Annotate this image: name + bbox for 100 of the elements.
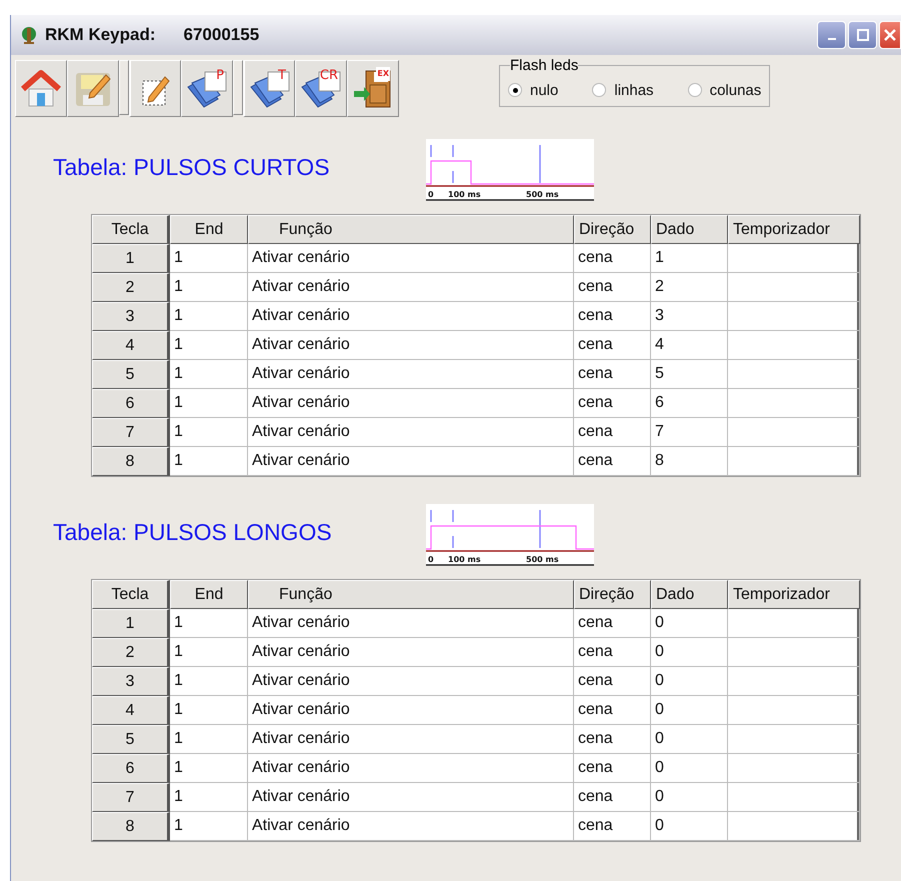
column-header[interactable]: Tecla bbox=[92, 580, 170, 609]
tick-label: 0 bbox=[428, 555, 434, 564]
table-cell: Ativar cenário bbox=[248, 754, 574, 783]
radio-button[interactable] bbox=[508, 83, 522, 97]
folder-button[interactable]: CR bbox=[295, 60, 347, 117]
table-cell: 2 bbox=[651, 273, 728, 302]
table-cell: Ativar cenário bbox=[248, 783, 574, 812]
row-header[interactable]: 2 bbox=[92, 638, 170, 667]
table-cell: 8 bbox=[651, 447, 728, 476]
table-cell: cena bbox=[574, 725, 651, 754]
tick-label: 100 ms bbox=[448, 190, 481, 199]
table-cell: Ativar cenário bbox=[248, 273, 574, 302]
table-cell: cena bbox=[574, 331, 651, 360]
table-cell: Ativar cenário bbox=[248, 360, 574, 389]
column-header[interactable]: End bbox=[170, 580, 248, 609]
table-cell: Ativar cenário bbox=[248, 609, 574, 638]
row-header[interactable]: 8 bbox=[92, 447, 170, 476]
column-header[interactable]: Função bbox=[248, 580, 574, 609]
column-header[interactable]: End bbox=[170, 215, 248, 244]
row-header[interactable]: 5 bbox=[92, 725, 170, 754]
radio-option[interactable]: nulo bbox=[508, 82, 558, 98]
row-header[interactable]: 3 bbox=[92, 667, 170, 696]
table-cell: cena bbox=[574, 273, 651, 302]
table-cell: 1 bbox=[170, 302, 248, 331]
table-cell: Ativar cenário bbox=[248, 331, 574, 360]
group-label: Flash leds bbox=[510, 57, 578, 74]
table-cell: 7 bbox=[651, 418, 728, 447]
column-header[interactable]: Dado bbox=[651, 215, 728, 244]
table-cell: 1 bbox=[170, 360, 248, 389]
radio-option[interactable]: colunas bbox=[688, 82, 762, 98]
column-header[interactable]: Direção bbox=[574, 580, 651, 609]
folder-button[interactable]: T bbox=[243, 60, 295, 117]
column-header[interactable]: Direção bbox=[574, 215, 651, 244]
toolbar-separator bbox=[119, 60, 129, 115]
tick-label: 100 ms bbox=[448, 555, 481, 564]
edit-button[interactable] bbox=[129, 60, 181, 117]
radio-option[interactable]: linhas bbox=[592, 82, 654, 98]
radio-button[interactable] bbox=[592, 83, 606, 97]
table-cell: 1 bbox=[170, 273, 248, 302]
radio-button[interactable] bbox=[688, 83, 702, 97]
folder-note-icon bbox=[300, 68, 342, 108]
table-cell: 0 bbox=[651, 783, 728, 812]
row-header[interactable]: 5 bbox=[92, 360, 170, 389]
app-icon bbox=[19, 25, 39, 45]
table-cell: cena bbox=[574, 783, 651, 812]
column-header[interactable]: Temporizador bbox=[728, 215, 860, 244]
table-title: Tabela: PULSOS CURTOS bbox=[53, 154, 331, 181]
table-cell: cena bbox=[574, 609, 651, 638]
table-cell: 6 bbox=[651, 389, 728, 418]
table-cell: 3 bbox=[651, 302, 728, 331]
tick-label: 500 ms bbox=[526, 190, 559, 199]
table-cell: Ativar cenário bbox=[248, 696, 574, 725]
icon-label: EX bbox=[376, 67, 390, 81]
row-header[interactable]: 6 bbox=[92, 754, 170, 783]
row-header[interactable]: 4 bbox=[92, 331, 170, 360]
close-button[interactable] bbox=[879, 21, 901, 49]
minimize-icon bbox=[828, 38, 836, 40]
table-cell: Ativar cenário bbox=[248, 725, 574, 754]
table-cell: Ativar cenário bbox=[248, 244, 574, 273]
column-header[interactable]: Tecla bbox=[92, 215, 170, 244]
table-cell: cena bbox=[574, 638, 651, 667]
table-cell: 1 bbox=[170, 754, 248, 783]
exit-button[interactable]: EX bbox=[347, 60, 399, 117]
maximize-button[interactable] bbox=[848, 21, 877, 49]
column-header[interactable]: Função bbox=[248, 215, 574, 244]
row-header[interactable]: 7 bbox=[92, 783, 170, 812]
row-header[interactable]: 1 bbox=[92, 609, 170, 638]
table-cell: 5 bbox=[651, 360, 728, 389]
icon-label: CR bbox=[320, 69, 338, 83]
row-header[interactable]: 2 bbox=[92, 273, 170, 302]
row-header[interactable]: 8 bbox=[92, 812, 170, 841]
row-header[interactable]: 7 bbox=[92, 418, 170, 447]
folder-note-icon bbox=[186, 68, 228, 108]
row-header[interactable]: 4 bbox=[92, 696, 170, 725]
table-cell: 0 bbox=[651, 609, 728, 638]
table-cell: cena bbox=[574, 360, 651, 389]
close-icon bbox=[884, 29, 896, 41]
home-button[interactable] bbox=[15, 60, 67, 117]
folder-button[interactable]: P bbox=[181, 60, 233, 117]
row-header[interactable]: 6 bbox=[92, 389, 170, 418]
table-cell: 1 bbox=[651, 244, 728, 273]
save-button[interactable] bbox=[67, 60, 119, 117]
folder-note-icon bbox=[248, 68, 290, 108]
tick-label: 500 ms bbox=[526, 555, 559, 564]
table-cell: Ativar cenário bbox=[248, 447, 574, 476]
column-header[interactable]: Dado bbox=[651, 580, 728, 609]
row-header[interactable]: 3 bbox=[92, 302, 170, 331]
table-cell: Ativar cenário bbox=[248, 812, 574, 841]
table-cell: 1 bbox=[170, 812, 248, 841]
table-cell: 0 bbox=[651, 638, 728, 667]
window-title: RKM Keypad: bbox=[45, 25, 156, 45]
table-cell: cena bbox=[574, 667, 651, 696]
column-header[interactable]: Temporizador bbox=[728, 580, 860, 609]
minimize-button[interactable] bbox=[817, 21, 846, 49]
table-cell: cena bbox=[574, 447, 651, 476]
row-header[interactable]: 1 bbox=[92, 244, 170, 273]
table-cell: 4 bbox=[651, 331, 728, 360]
table-cell: Ativar cenário bbox=[248, 389, 574, 418]
icon-label: P bbox=[216, 69, 224, 83]
table-cell: cena bbox=[574, 244, 651, 273]
